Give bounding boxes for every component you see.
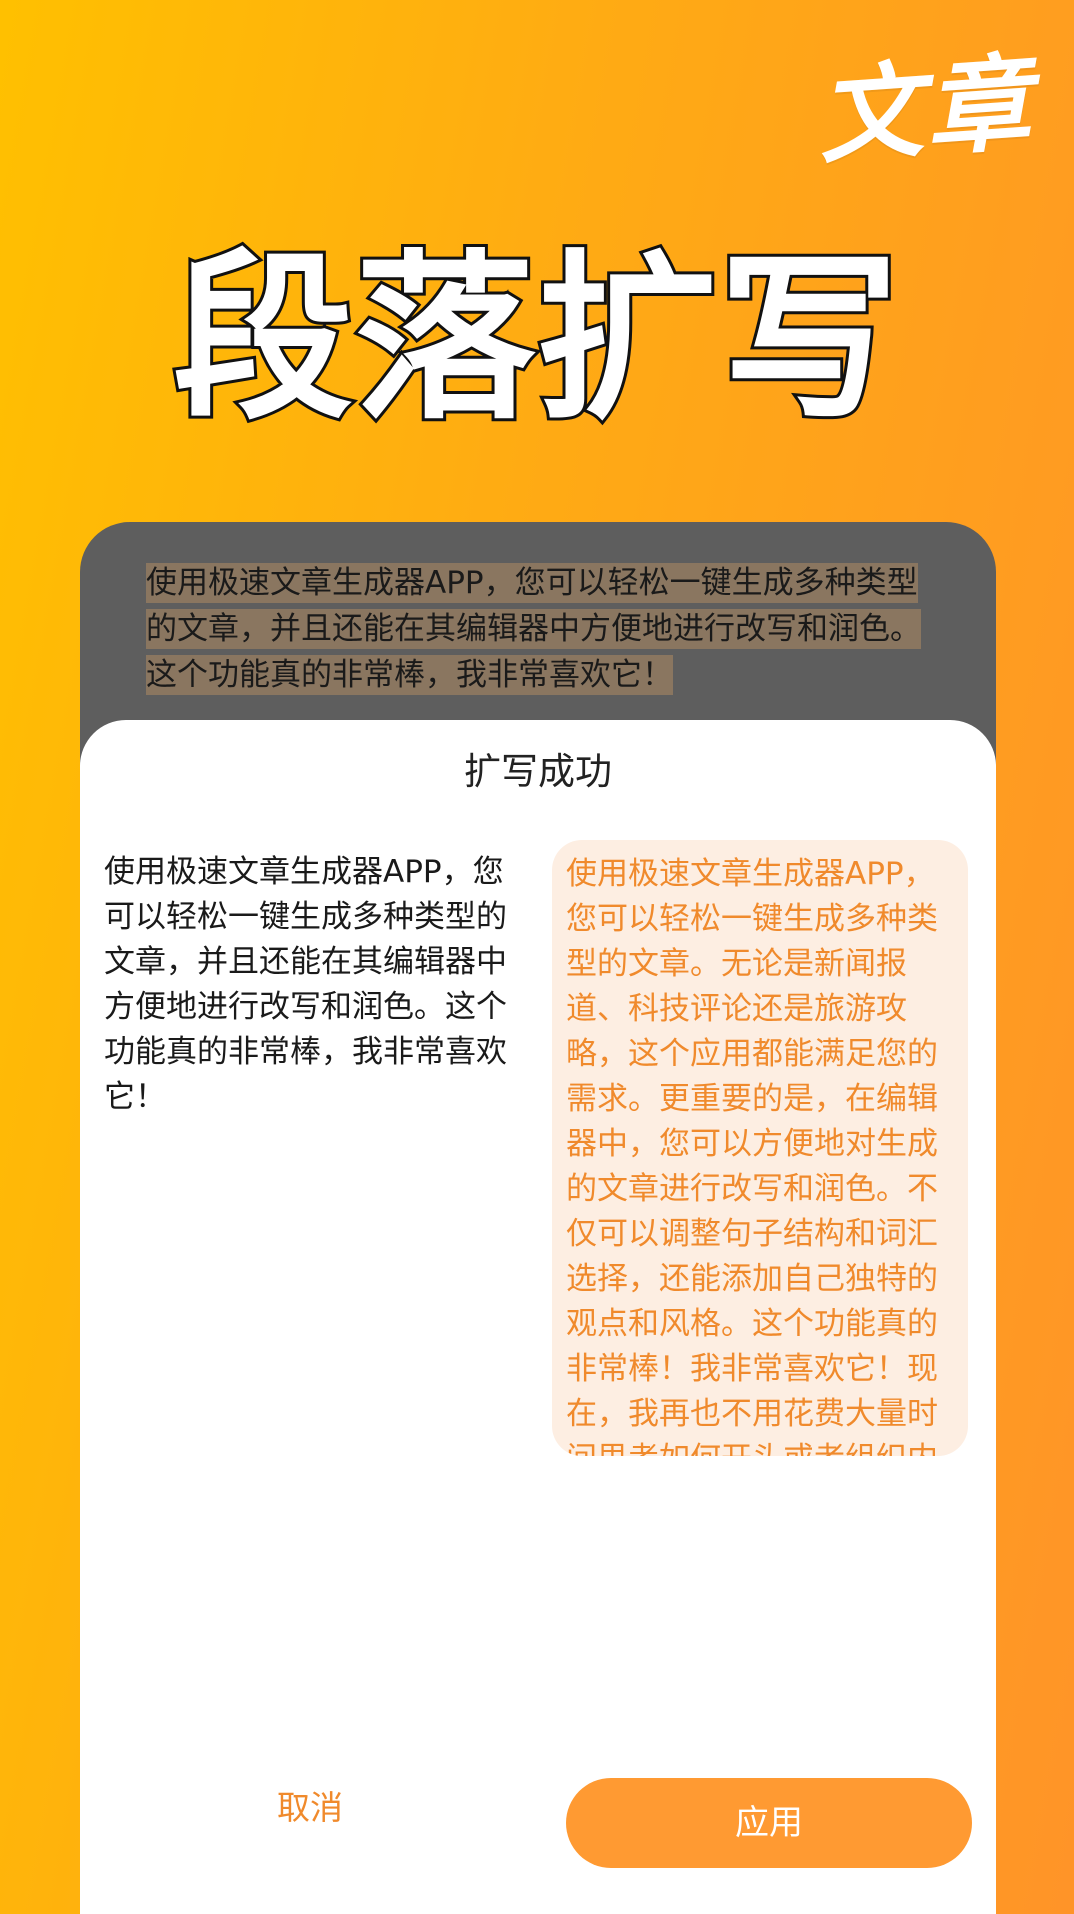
hero-title: 段落扩写 [170, 235, 902, 444]
apply-button[interactable]: 应用 [566, 1778, 972, 1868]
brand-logo: 文章 [813, 40, 1038, 179]
dialog-title: 扩写成功 [464, 750, 612, 793]
cancel-button[interactable]: 取消 [230, 1778, 390, 1838]
expanded-text: 使用极速文章生成器APP，您可以轻松一键生成多种类型的文章。无论是新闻报道、科技… [566, 856, 938, 1456]
original-text: 使用极速文章生成器APP，您可以轻松一键生成多种类型的文章，并且还能在其编辑器中… [104, 854, 507, 1115]
expanded-text-panel[interactable]: 使用极速文章生成器APP，您可以轻松一键生成多种类型的文章。无论是新闻报道、科技… [552, 840, 968, 1456]
selected-source-text[interactable]: 使用极速文章生成器APP，您可以轻松一键生成多种类型的文章，并且还能在其编辑器中… [146, 563, 921, 695]
source-text-block: 使用极速文章生成器APP，您可以轻松一键生成多种类型的文章，并且还能在其编辑器中… [146, 560, 936, 698]
expand-result-dialog: 扩写成功 使用极速文章生成器APP，您可以轻松一键生成多种类型的文章，并且还能在… [80, 720, 996, 1914]
